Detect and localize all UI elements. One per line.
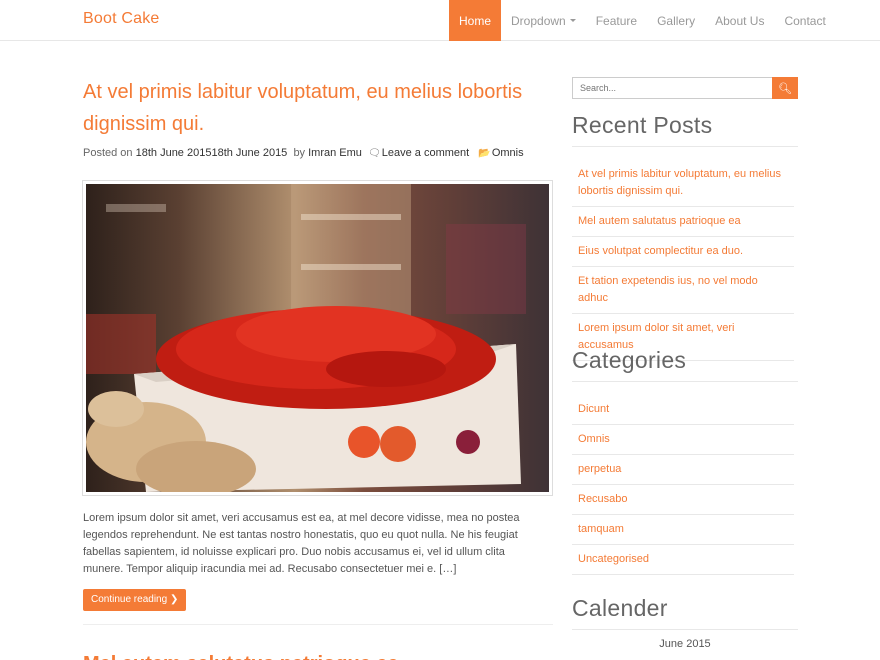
categories-title: Categories [572,347,687,373]
featured-image[interactable] [86,184,549,492]
search-icon: 🔍︎ [778,82,792,95]
post-author[interactable]: Imran Emu [308,147,362,159]
nav-item-gallery[interactable]: Gallery [647,0,705,41]
next-post-title[interactable]: Mel autem salutatus patrioque ea [83,648,523,660]
recent-posts-divider [572,146,798,147]
continue-reading-button[interactable]: Continue reading ❯ [83,589,187,611]
main-nav: Home Dropdown Feature Gallery About Us C… [449,0,836,41]
brand-logo[interactable]: Boot Cake [83,10,160,28]
post-excerpt: Lorem ipsum dolor sit amet, veri accusam… [83,512,520,575]
nav-item-home[interactable]: Home [449,0,502,41]
recent-post-item[interactable]: Et tation expetendis ius, no vel modo ad… [572,267,794,314]
comment-link[interactable]: Leave a comment [382,147,469,159]
categories-divider [572,381,798,382]
search-input[interactable] [572,77,772,99]
comment-icon: 🗨 [368,148,381,159]
recent-post-item[interactable]: At vel primis labitur voluptatum, eu mel… [572,160,794,207]
search-form: 🔍︎ [572,77,798,99]
post-title[interactable]: At vel primis labitur voluptatum, eu mel… [83,76,523,140]
category-item[interactable]: Dicunt [572,395,794,425]
nav-item-dropdown[interactable]: Dropdown [501,0,586,41]
nav-item-contact[interactable]: Contact [774,0,835,41]
continue-reading-label: Continue reading [91,594,168,605]
folder-icon: 📂 [478,148,491,159]
nav-item-dropdown-label: Dropdown [511,13,566,28]
posted-on-label: Posted on [83,147,133,159]
calendar-title: Calender [572,595,668,621]
nav-item-feature[interactable]: Feature [586,0,647,41]
nav-item-home-label: Home [459,13,492,28]
post-divider [83,624,553,625]
by-label: by [293,147,306,159]
chevron-right-icon: ❯ [169,594,179,605]
nav-item-feature-label: Feature [595,13,638,28]
nav-item-gallery-label: Gallery [657,13,696,28]
caret-down-icon [569,19,576,22]
category-item[interactable]: tamquam [572,515,794,545]
search-button[interactable]: 🔍︎ [772,77,798,99]
recent-post-item[interactable]: Eius volutpat complectitur ea duo. [572,237,794,267]
featured-image-frame [82,180,553,496]
calendar-divider [572,629,798,630]
category-link[interactable]: Omnis [492,147,524,159]
category-item[interactable]: perpetua [572,455,794,485]
navbar: Boot Cake Home Dropdown Feature Gallery … [0,0,880,41]
recent-post-item[interactable]: Mel autem salutatus patrioque ea [572,207,794,237]
recent-posts-title: Recent Posts [572,112,713,138]
post-meta: Posted on 18th June 201518th June 2015 b… [83,147,524,159]
chili-market-photo [86,184,549,492]
category-item[interactable]: Omnis [572,425,794,455]
nav-item-about-us-label: About Us [715,13,765,28]
category-item[interactable]: Recusabo [572,485,794,515]
nav-item-contact-label: Contact [784,13,826,28]
categories-list: Dicunt Omnis perpetua Recusabo tamquam U… [572,395,794,575]
category-item[interactable]: Uncategorised [572,545,794,575]
recent-posts-list: At vel primis labitur voluptatum, eu mel… [572,160,794,361]
calendar-month: June 2015 [659,638,711,650]
post-date[interactable]: 18th June 201518th June 2015 [136,147,288,159]
nav-item-about-us[interactable]: About Us [705,0,774,41]
